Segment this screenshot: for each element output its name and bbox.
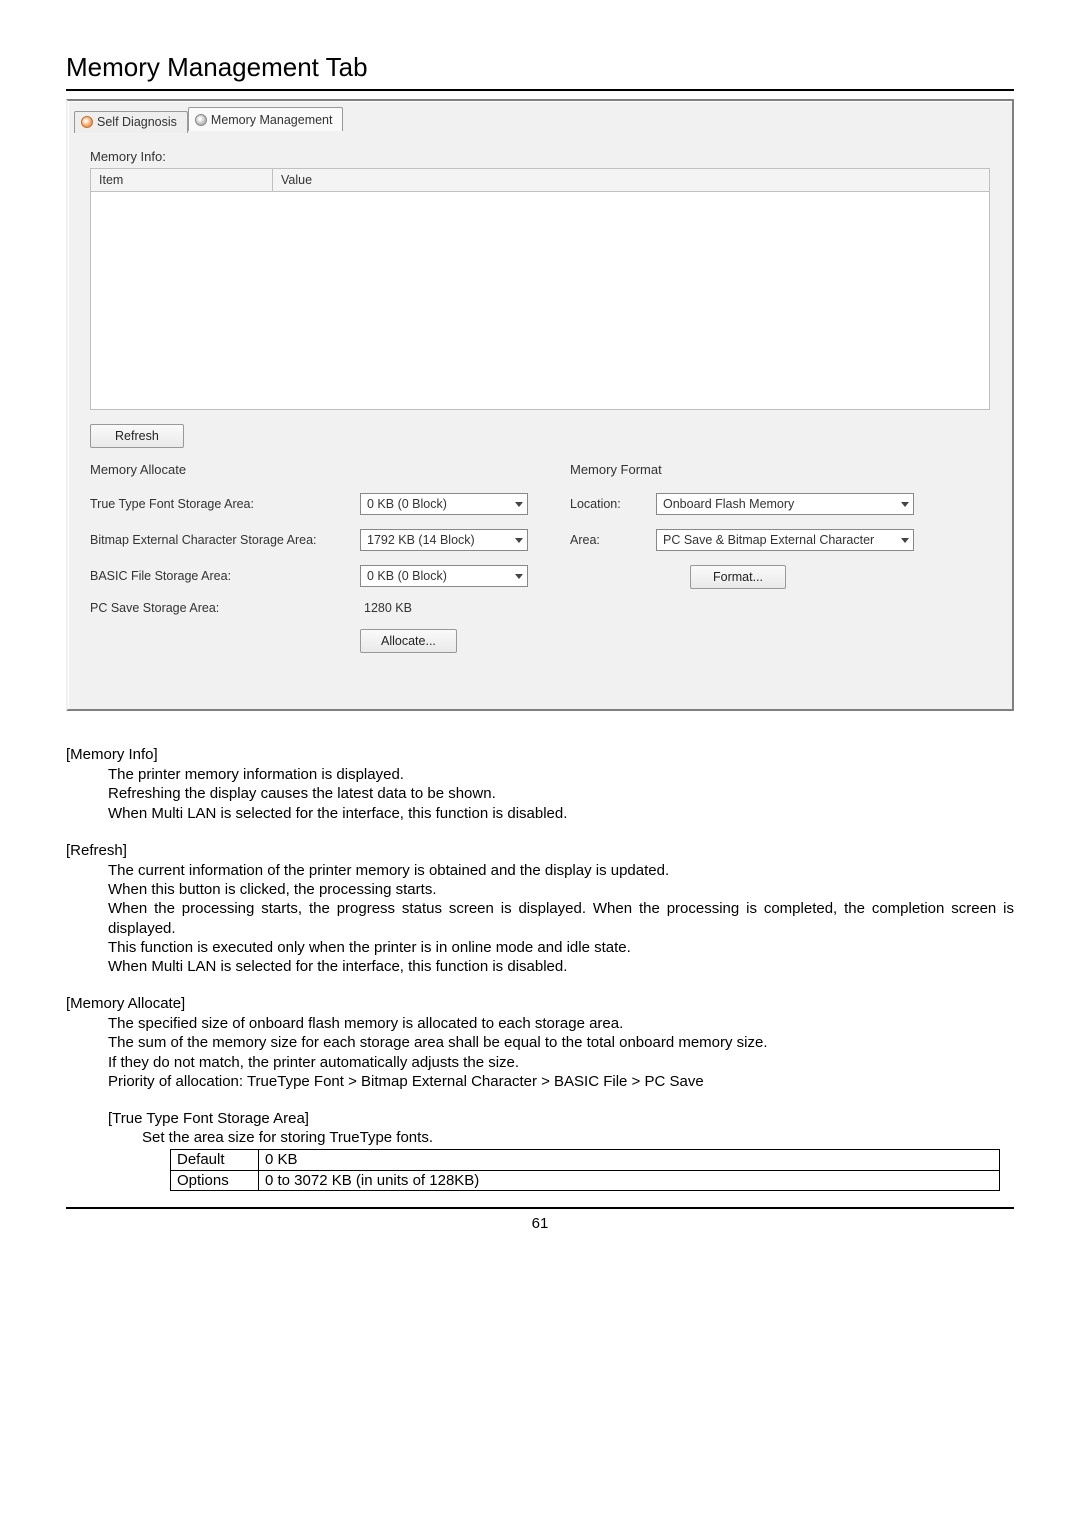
page-number: 61	[66, 1215, 1014, 1232]
chevron-down-icon	[515, 502, 523, 507]
desc-text: When Multi LAN is selected for the inter…	[108, 957, 1014, 976]
desc-text: The current information of the printer m…	[108, 861, 1014, 880]
memory-allocate-heading: Memory Allocate	[90, 462, 542, 477]
ttf-area-label: True Type Font Storage Area:	[90, 497, 360, 511]
col-value[interactable]: Value	[273, 169, 989, 191]
desc-memory-info-heading: [Memory Info]	[66, 745, 1014, 764]
ttf-default-value: 0 KB	[259, 1150, 1000, 1170]
table-header: Item Value	[90, 168, 990, 192]
ttf-options-label: Options	[171, 1170, 259, 1190]
title-underline	[66, 89, 1014, 91]
format-button[interactable]: Format...	[690, 565, 786, 589]
pcsave-area-label: PC Save Storage Area:	[90, 601, 360, 615]
ttf-area-value: 0 KB (0 Block)	[367, 497, 447, 511]
ttf-options-table: Default 0 KB Options 0 to 3072 KB (in un…	[170, 1149, 1000, 1190]
location-dropdown[interactable]: Onboard Flash Memory	[656, 493, 914, 515]
app-window: Self Diagnosis Memory Management Memory …	[66, 99, 1014, 711]
tab-label: Memory Management	[211, 113, 333, 127]
page-title: Memory Management Tab	[66, 52, 1014, 83]
chevron-down-icon	[901, 502, 909, 507]
chevron-down-icon	[515, 574, 523, 579]
desc-text: Refreshing the display causes the latest…	[108, 784, 1014, 803]
pcsave-area-value: 1280 KB	[360, 601, 412, 615]
allocate-button[interactable]: Allocate...	[360, 629, 457, 653]
refresh-button[interactable]: Refresh	[90, 424, 184, 448]
desc-text: When Multi LAN is selected for the inter…	[108, 804, 1014, 823]
basic-area-label: BASIC File Storage Area:	[90, 569, 360, 583]
tab-self-diagnosis[interactable]: Self Diagnosis	[74, 111, 188, 133]
desc-text: Set the area size for storing TrueType f…	[142, 1128, 1014, 1147]
chevron-down-icon	[515, 538, 523, 543]
desc-text: Priority of allocation: TrueType Font > …	[108, 1072, 1014, 1091]
basic-area-dropdown[interactable]: 0 KB (0 Block)	[360, 565, 528, 587]
desc-allocate-heading: [Memory Allocate]	[66, 994, 1014, 1013]
col-item[interactable]: Item	[91, 169, 273, 191]
desc-text: The specified size of onboard flash memo…	[108, 1014, 1014, 1033]
tab-label: Self Diagnosis	[97, 115, 177, 129]
chevron-down-icon	[901, 538, 909, 543]
footer-rule	[66, 1207, 1014, 1209]
bmp-area-value: 1792 KB (14 Block)	[367, 533, 475, 547]
tab-bar: Self Diagnosis Memory Management	[74, 107, 1006, 131]
area-dropdown[interactable]: PC Save & Bitmap External Character	[656, 529, 914, 551]
orange-circle-icon	[81, 116, 93, 128]
memory-format-heading: Memory Format	[570, 462, 990, 477]
bmp-area-dropdown[interactable]: 1792 KB (14 Block)	[360, 529, 528, 551]
desc-text: The sum of the memory size for each stor…	[108, 1033, 1014, 1052]
basic-area-value: 0 KB (0 Block)	[367, 569, 447, 583]
ttf-options-value: 0 to 3072 KB (in units of 128KB)	[259, 1170, 1000, 1190]
ttf-area-dropdown[interactable]: 0 KB (0 Block)	[360, 493, 528, 515]
gray-circle-icon	[195, 114, 207, 126]
desc-refresh-heading: [Refresh]	[66, 841, 1014, 860]
desc-text: If they do not match, the printer automa…	[108, 1053, 1014, 1072]
table-row: Options 0 to 3072 KB (in units of 128KB)	[171, 1170, 1000, 1190]
location-label: Location:	[570, 497, 656, 511]
desc-text: The printer memory information is displa…	[108, 765, 1014, 784]
tab-memory-management[interactable]: Memory Management	[188, 107, 344, 131]
table-row: Default 0 KB	[171, 1150, 1000, 1170]
memory-info-label: Memory Info:	[90, 149, 990, 164]
desc-text: This function is executed only when the …	[108, 938, 1014, 957]
location-value: Onboard Flash Memory	[663, 497, 794, 511]
area-label: Area:	[570, 533, 656, 547]
desc-ttf-heading: [True Type Font Storage Area]	[108, 1109, 1014, 1128]
ttf-default-label: Default	[171, 1150, 259, 1170]
desc-text: When this button is clicked, the process…	[108, 880, 1014, 899]
memory-info-table-body	[90, 192, 990, 410]
bmp-area-label: Bitmap External Character Storage Area:	[90, 533, 360, 547]
area-value: PC Save & Bitmap External Character	[663, 533, 874, 547]
desc-text: When the processing starts, the progress…	[108, 899, 1014, 937]
